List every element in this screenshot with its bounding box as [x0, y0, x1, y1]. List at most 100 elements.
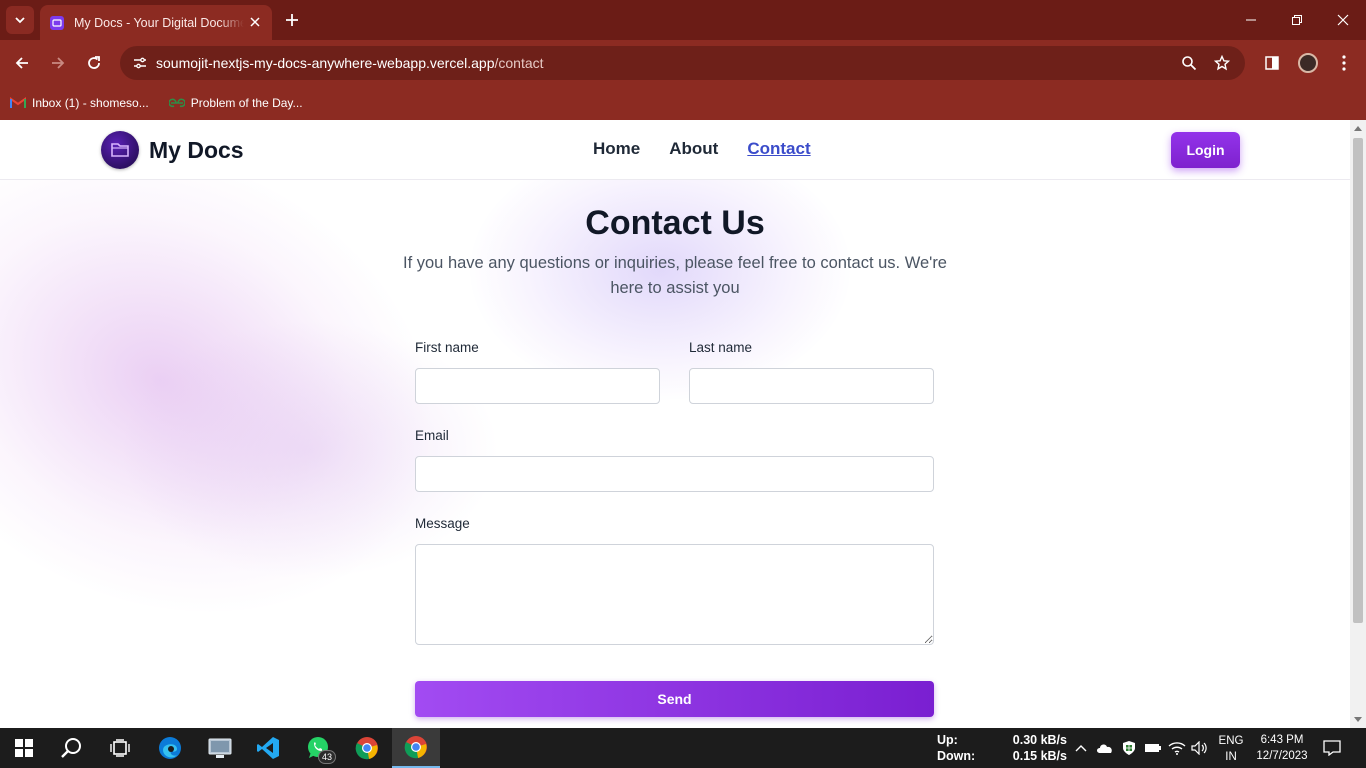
- browser-toolbar: soumojit-nextjs-my-docs-anywhere-webapp.…: [0, 40, 1366, 86]
- site-header: My Docs Home About Contact Login: [0, 120, 1350, 180]
- first-name-label: First name: [415, 340, 479, 355]
- browser-tab-bar: My Docs - Your Digital Docume: [0, 0, 1366, 40]
- input-language-indicator[interactable]: ENG IN: [1218, 733, 1244, 765]
- email-label: Email: [415, 428, 449, 443]
- profile-button[interactable]: [1294, 49, 1322, 77]
- address-bar[interactable]: soumojit-nextjs-my-docs-anywhere-webapp.…: [120, 46, 1245, 80]
- edge-browser-icon: [159, 737, 181, 759]
- chrome-icon: [355, 737, 378, 760]
- battery-icon[interactable]: [1143, 738, 1163, 758]
- site-info-icon[interactable]: [128, 51, 152, 75]
- taskbar-file-explorer[interactable]: [196, 728, 244, 768]
- page-title: Contact Us: [585, 204, 765, 242]
- language-code: ENG: [1218, 735, 1244, 747]
- bookmark-star-icon[interactable]: [1210, 51, 1234, 75]
- tab-close-icon[interactable]: [246, 13, 264, 31]
- bookmark-label: Problem of the Day...: [190, 96, 303, 110]
- windows-taskbar: 43 Up: 0.30 kB/s Down: 0.15 kB/s ENG IN 6:…: [0, 728, 1366, 768]
- volume-icon[interactable]: [1190, 738, 1210, 758]
- message-textarea[interactable]: [415, 544, 934, 645]
- taskbar-vscode[interactable]: [244, 728, 292, 768]
- scroll-down-arrow-icon[interactable]: [1354, 717, 1362, 722]
- close-window-button[interactable]: [1320, 0, 1366, 40]
- last-name-label: Last name: [689, 340, 753, 355]
- folder-logo-icon: [101, 131, 139, 169]
- kebab-menu-icon: [1342, 55, 1346, 71]
- page-viewport: My Docs Home About Contact Login Contact…: [0, 120, 1350, 728]
- taskbar-search-button[interactable]: [48, 728, 96, 768]
- search-icon: [61, 738, 81, 758]
- zoom-search-icon[interactable]: [1177, 51, 1201, 75]
- side-panel-button[interactable]: [1258, 49, 1286, 77]
- network-speed-widget: Up: 0.30 kB/s Down: 0.15 kB/s: [937, 732, 1067, 764]
- arrow-left-icon: [15, 57, 28, 69]
- windows-logo-icon: [15, 739, 33, 757]
- tray-overflow-chevron-icon[interactable]: [1071, 738, 1091, 758]
- plus-icon: [286, 14, 298, 26]
- system-clock[interactable]: 6:43 PM 12/7/2023: [1255, 732, 1309, 764]
- profile-avatar: [1298, 53, 1318, 73]
- chevron-down-icon: [15, 17, 25, 24]
- upload-speed: 0.30 kB/s: [1012, 733, 1067, 747]
- browser-menu-button[interactable]: [1330, 49, 1358, 77]
- scroll-up-arrow-icon[interactable]: [1354, 126, 1362, 131]
- main-nav: Home About Contact: [593, 139, 840, 159]
- reload-icon: [88, 56, 100, 69]
- url-text: soumojit-nextjs-my-docs-anywhere-webapp.…: [156, 55, 544, 71]
- clock-date: 12/7/2023: [1256, 750, 1308, 762]
- security-shield-icon[interactable]: [1119, 738, 1139, 758]
- last-name-input[interactable]: [689, 368, 934, 404]
- bookmark-gmail[interactable]: Inbox (1) - shomeso...: [10, 96, 149, 110]
- arrow-right-icon: [52, 57, 65, 69]
- taskbar-chrome-profile[interactable]: [343, 728, 391, 768]
- reload-button[interactable]: [80, 49, 108, 77]
- task-view-icon: [110, 739, 130, 757]
- onedrive-cloud-icon[interactable]: [1095, 738, 1115, 758]
- close-icon: [1337, 14, 1349, 26]
- login-button[interactable]: Login: [1171, 132, 1240, 168]
- nav-contact[interactable]: Contact: [747, 139, 810, 159]
- wifi-icon[interactable]: [1167, 738, 1187, 758]
- restore-button[interactable]: [1274, 0, 1320, 40]
- tab-search-button[interactable]: [6, 6, 34, 34]
- monitor-app-icon: [208, 738, 232, 758]
- tab-title: My Docs - Your Digital Docume: [74, 15, 244, 30]
- taskbar-edge[interactable]: [146, 728, 194, 768]
- scroll-thumb[interactable]: [1353, 138, 1363, 623]
- page-scrollbar[interactable]: [1350, 120, 1366, 728]
- back-button[interactable]: [8, 49, 36, 77]
- url-path: /contact: [494, 55, 544, 71]
- active-tab[interactable]: My Docs - Your Digital Docume: [40, 5, 272, 40]
- email-input[interactable]: [415, 456, 934, 492]
- page-subtitle: If you have any questions or inquiries, …: [403, 254, 947, 297]
- upload-label: Up:: [937, 733, 958, 747]
- brand-name: My Docs: [149, 136, 244, 163]
- taskbar-whatsapp[interactable]: 43: [294, 728, 342, 768]
- forward-button[interactable]: [44, 49, 72, 77]
- whatsapp-unread-badge: 43: [318, 750, 336, 764]
- bookmark-gfg[interactable]: Problem of the Day...: [168, 96, 303, 110]
- background-glow: [120, 320, 500, 580]
- my-docs-favicon-icon: [50, 15, 64, 30]
- first-name-input[interactable]: [415, 368, 660, 404]
- nav-about[interactable]: About: [669, 139, 718, 159]
- side-panel-icon: [1265, 56, 1279, 70]
- vscode-icon: [257, 737, 279, 759]
- gmail-icon: [10, 97, 26, 109]
- taskbar-chrome-active[interactable]: [392, 728, 440, 768]
- logo-link[interactable]: My Docs: [101, 131, 244, 169]
- restore-icon: [1292, 15, 1302, 25]
- new-tab-button[interactable]: [280, 8, 304, 32]
- task-view-button[interactable]: [96, 728, 144, 768]
- nav-home[interactable]: Home: [593, 139, 640, 159]
- window-controls: [1228, 0, 1366, 40]
- url-host: soumojit-nextjs-my-docs-anywhere-webapp.…: [156, 55, 495, 71]
- minimize-button[interactable]: [1228, 0, 1274, 40]
- geeksforgeeks-icon: [168, 97, 185, 109]
- start-button[interactable]: [0, 728, 48, 768]
- bookmark-label: Inbox (1) - shomeso...: [32, 96, 149, 110]
- download-speed: 0.15 kB/s: [1012, 749, 1067, 763]
- send-button[interactable]: Send: [415, 681, 934, 717]
- bookmarks-bar: Inbox (1) - shomeso... Problem of the Da…: [0, 86, 1366, 120]
- notification-center-icon[interactable]: [1322, 738, 1342, 758]
